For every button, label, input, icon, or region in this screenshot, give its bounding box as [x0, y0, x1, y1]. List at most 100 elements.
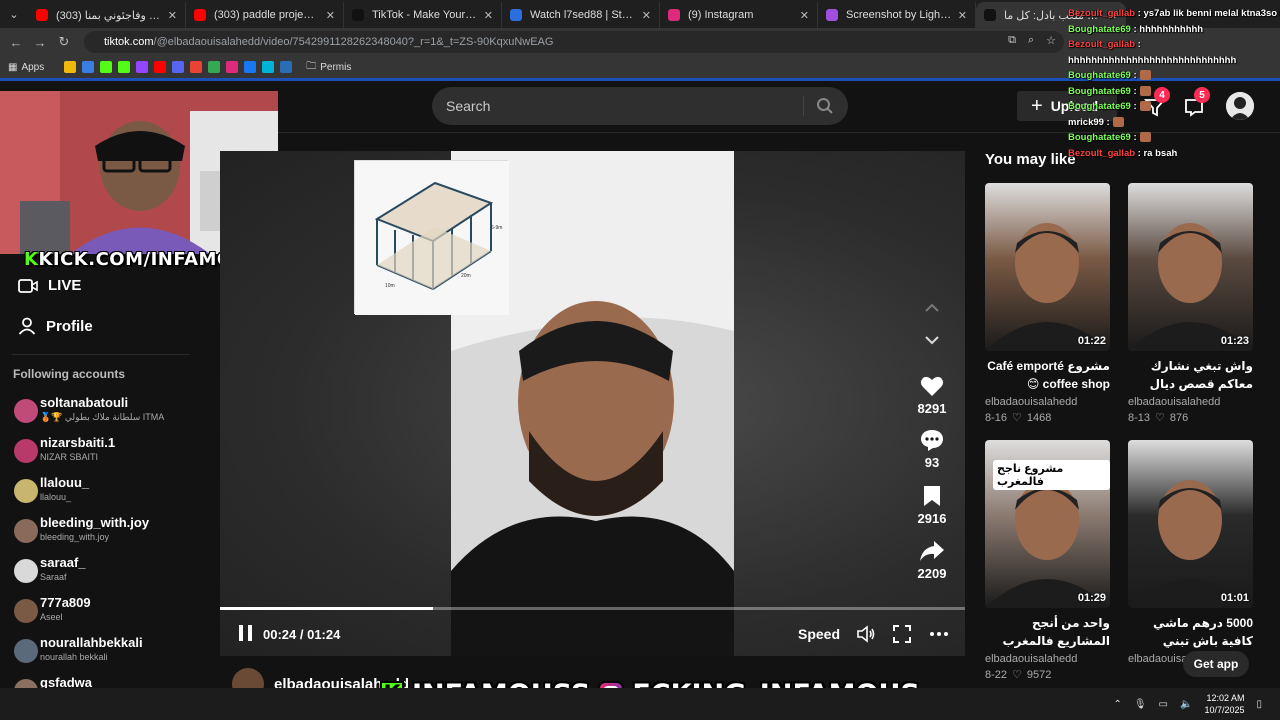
account-nickname: Saraaf [40, 572, 67, 582]
video-thumbnail[interactable]: 01:22 [985, 183, 1110, 351]
install-icon[interactable]: ⧉ [1008, 34, 1016, 47]
browser-tab[interactable]: (303) paddle project maroc - Yo ✕ [186, 2, 344, 28]
video-author-name[interactable]: elbadaouisalahedd [1128, 396, 1253, 408]
video-title[interactable]: واحد من أنجح المشاريع فالمغرب [985, 614, 1110, 650]
video-player[interactable] [220, 151, 965, 656]
video-title[interactable]: 5000 درهم ماشي كافية باش تبني مشروع جاهز… [1128, 614, 1253, 650]
bookmark-icon[interactable] [172, 61, 185, 73]
share-icon[interactable] [919, 540, 945, 562]
heart-icon[interactable] [920, 375, 944, 397]
plus-icon: + [1031, 94, 1043, 117]
comment-action[interactable]: 93 [910, 429, 954, 470]
video-thumbnail[interactable]: 01:01 [1128, 440, 1253, 608]
following-account[interactable]: soltanabatouli 🥉🏆 سلطانة ملاك بطولي ITMA [14, 395, 214, 431]
network-icon[interactable]: ▭ [1159, 699, 1168, 710]
bookmark-icon[interactable] [208, 61, 221, 73]
bookmark-icon[interactable] [244, 61, 257, 73]
tab-close-icon[interactable]: ✕ [326, 9, 335, 22]
account-avatar[interactable] [14, 439, 38, 463]
account-avatar[interactable] [14, 399, 38, 423]
bookmark-icon[interactable] [226, 61, 239, 73]
previous-video-button[interactable] [918, 294, 946, 322]
zoom-icon[interactable]: ⌕ [1028, 34, 1034, 47]
bookmark-icon[interactable] [280, 61, 293, 73]
tab-close-icon[interactable]: ✕ [168, 9, 177, 22]
tray-overflow-icon[interactable]: ⌃ [1113, 699, 1121, 710]
bookmark-icon[interactable] [64, 61, 77, 73]
bookmark-icon[interactable] [118, 61, 131, 73]
search-icon[interactable] [816, 97, 834, 115]
video-title[interactable]: واش تبغي نشارك معاكم قصص ديال نجاح/فشل م… [1128, 357, 1253, 393]
following-account[interactable]: llalouu_ llalouu_ [14, 475, 214, 511]
pause-icon[interactable] [238, 624, 254, 642]
bookmark-icon[interactable] [100, 61, 113, 73]
bookmark-icon[interactable] [190, 61, 203, 73]
stream-chat-overlay: Bezoult_gallab : ys7ab lik benni melal k… [1068, 6, 1280, 161]
reload-icon[interactable]: ↻ [52, 30, 76, 54]
tab-search-icon[interactable]: ⌄ [0, 0, 28, 28]
browser-tab[interactable]: Screenshot by Lightshot ✕ [818, 2, 976, 28]
video-thumbnail[interactable]: مشروع ناجح فالمغرب 01:29 [985, 440, 1110, 608]
bookmark-icon[interactable] [82, 61, 95, 73]
get-app-button[interactable]: Get app [1183, 651, 1249, 677]
following-account[interactable]: bleeding_with.joy bleeding_with.joy [14, 515, 214, 551]
account-avatar[interactable] [14, 479, 38, 503]
browser-tab[interactable]: TikTok - Make Your Day ✕ [344, 2, 502, 28]
bookmark-icon[interactable] [923, 485, 941, 507]
bookmark-folder-permis[interactable]: 🗀 Permis [306, 59, 351, 76]
back-icon[interactable]: ← [4, 30, 28, 54]
system-clock[interactable]: 12:02 AM 10/7/2025 [1204, 692, 1244, 716]
video-author-name[interactable]: elbadaouisalahedd [985, 396, 1110, 408]
bookmark-icon[interactable] [154, 61, 167, 73]
bookmark-icon[interactable] [262, 61, 275, 73]
speed-button[interactable]: Speed [798, 626, 840, 642]
account-avatar[interactable] [14, 639, 38, 663]
recommended-video-card[interactable]: 01:23 واش تبغي نشارك معاكم قصص ديال نجاح/… [1128, 183, 1253, 424]
more-options-icon[interactable] [929, 624, 949, 644]
recommended-video-card[interactable]: 01:22 مشروع Café emporté coffee shop 😊 elb… [985, 183, 1110, 424]
account-name: nizarsbaiti.1 [40, 435, 116, 450]
notifications-icon[interactable]: ▯ [1256, 699, 1262, 710]
bookmark-icon[interactable] [136, 61, 149, 73]
fullscreen-icon[interactable] [892, 624, 912, 644]
following-account[interactable]: 777a809 Aseel [14, 595, 214, 631]
video-progress-bar[interactable] [220, 607, 965, 610]
account-avatar[interactable] [14, 519, 38, 543]
recommended-video-card[interactable]: 01:01 5000 درهم ماشي كافية باش تبني مشروع… [1128, 440, 1253, 665]
tab-close-icon[interactable]: ✕ [800, 9, 809, 22]
share-action[interactable]: 2209 [910, 540, 954, 581]
following-account[interactable]: nizarsbaiti.1 NIZAR SBAITI [14, 435, 214, 471]
bookmark-apps[interactable]: ▦ Apps [8, 62, 44, 73]
save-action[interactable]: 2916 [910, 485, 954, 526]
volume-icon[interactable] [856, 624, 876, 644]
speaker-icon[interactable]: 🔈 [1180, 699, 1192, 710]
comment-icon[interactable] [920, 429, 944, 451]
tab-close-icon[interactable]: ✕ [642, 9, 651, 22]
account-avatar[interactable] [14, 559, 38, 583]
chat-text: : [1103, 116, 1110, 128]
forward-icon[interactable]: → [28, 30, 52, 54]
search-input[interactable]: Search [432, 87, 848, 125]
like-action[interactable]: 8291 [910, 375, 954, 416]
tab-title: Screenshot by Lightshot [846, 9, 952, 21]
browser-tab[interactable]: (9) Instagram ✕ [660, 2, 818, 28]
following-account[interactable]: nourallahbekkali nourallah bekkali [14, 635, 214, 671]
account-avatar[interactable] [14, 599, 38, 623]
bookmark-star-icon[interactable]: ☆ [1046, 34, 1056, 47]
tab-close-icon[interactable]: ✕ [484, 9, 493, 22]
recommended-video-card[interactable]: مشروع ناجح فالمغرب 01:29 واحد من أنجح المش… [985, 440, 1110, 681]
next-video-button[interactable] [918, 326, 946, 354]
address-bar[interactable]: tiktok.com/@elbadaouisalahedd/video/7542… [84, 31, 1064, 53]
tab-close-icon[interactable]: ✕ [958, 9, 967, 22]
following-account[interactable]: saraaf_ Saraaf [14, 555, 214, 591]
video-title[interactable]: مشروع Café emporté coffee shop 😊 [985, 357, 1110, 393]
browser-tab[interactable]: (303) داروا ليا حفلة وفاجئوني بمنا ✕ [28, 2, 186, 28]
chat-username: Boughatate69 [1068, 101, 1131, 112]
nav-profile[interactable]: Profile [18, 317, 93, 335]
video-author-name[interactable]: elbadaouisalahedd [985, 653, 1110, 665]
video-thumbnail[interactable]: 01:23 [1128, 183, 1253, 351]
browser-tab[interactable]: Watch l7sed88 | Streamable ✕ [502, 2, 660, 28]
account-nickname: llalouu_ [40, 492, 72, 502]
nav-live[interactable]: LIVE [18, 277, 81, 294]
microphone-icon[interactable]: 🎙 [1134, 699, 1147, 710]
